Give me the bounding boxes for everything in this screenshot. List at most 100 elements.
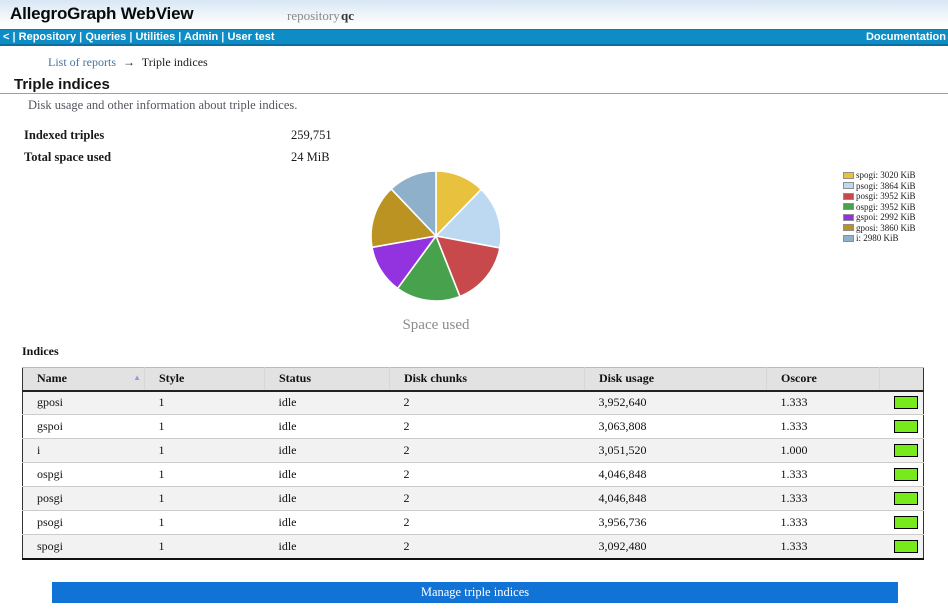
cell-style: 1 (145, 487, 265, 511)
stat-total-space: Total space used 24 MiB (0, 150, 600, 166)
table-row-gspoi: gspoi1idle23,063,8081.333 (23, 415, 924, 439)
repository-name[interactable]: qc (341, 8, 354, 24)
column-header-disk-usage[interactable]: Disk usage (585, 368, 767, 391)
cell-name: gspoi (23, 415, 145, 439)
stat-label: Indexed triples (24, 128, 104, 143)
score-bar (894, 492, 918, 505)
cell-disk_chunks: 2 (390, 415, 585, 439)
legend-item-i: i: 2980 KiB (843, 233, 916, 244)
legend-swatch (843, 203, 854, 210)
legend-label: gposi: 3860 KiB (856, 223, 916, 233)
stat-label: Total space used (24, 150, 111, 165)
legend-label: i: 2980 KiB (856, 233, 899, 243)
legend-item-ospgi: ospgi: 3952 KiB (843, 202, 916, 213)
column-header-bar (880, 368, 924, 391)
page-description: Disk usage and other information about t… (28, 98, 297, 113)
cell-style: 1 (145, 463, 265, 487)
breadcrumb-arrow-icon: → (119, 55, 139, 69)
pie-chart-wrap (369, 169, 503, 303)
cell-disk_usage: 3,051,520 (585, 439, 767, 463)
triple-indices-page: AllegroGraph WebView repository qc < | R… (0, 0, 948, 614)
nav-right: Documentation (866, 31, 946, 44)
cell-disk_chunks: 2 (390, 487, 585, 511)
nav-back-icon[interactable]: < (3, 31, 9, 43)
score-bar (894, 444, 918, 457)
nav-item-user-test[interactable]: User test (227, 31, 274, 43)
stat-value: 259,751 (291, 128, 332, 143)
cell-style: 1 (145, 439, 265, 463)
cell-disk_usage: 4,046,848 (585, 463, 767, 487)
chart-caption: Space used (366, 317, 506, 334)
cell-score-bar (880, 511, 924, 535)
score-bar (894, 516, 918, 529)
repository-label: repository (287, 8, 340, 24)
cell-disk_usage: 3,092,480 (585, 535, 767, 559)
legend-swatch (843, 182, 854, 189)
legend-item-gspoi: gspoi: 2992 KiB (843, 212, 916, 223)
sort-asc-icon: ▲ (133, 373, 141, 382)
cell-style: 1 (145, 511, 265, 535)
cell-name: i (23, 439, 145, 463)
nav-links: | Repository | Queries | Utilities | Adm… (13, 31, 275, 43)
table-row-posgi: posgi1idle24,046,8481.333 (23, 487, 924, 511)
cell-score-bar (880, 463, 924, 487)
cell-disk_chunks: 2 (390, 439, 585, 463)
legend-item-spogi: spogi: 3020 KiB (843, 170, 916, 181)
cell-style: 1 (145, 415, 265, 439)
app-header: AllegroGraph WebView repository qc (0, 0, 948, 29)
score-bar (894, 420, 918, 433)
legend-swatch (843, 235, 854, 242)
cell-score-bar (880, 391, 924, 415)
legend-swatch (843, 224, 854, 231)
cell-score-bar (880, 415, 924, 439)
table-row-spogi: spogi1idle23,092,4801.333 (23, 535, 924, 559)
table-row-gposi: gposi1idle23,952,6401.333 (23, 391, 924, 415)
table-row-psogi: psogi1idle23,956,7361.333 (23, 511, 924, 535)
legend-item-gposi: gposi: 3860 KiB (843, 223, 916, 234)
cell-status: idle (265, 535, 390, 559)
table-row-i: i1idle23,051,5201.000 (23, 439, 924, 463)
cell-status: idle (265, 391, 390, 415)
cell-name: gposi (23, 391, 145, 415)
title-divider (0, 93, 948, 94)
cell-name: psogi (23, 511, 145, 535)
cell-status: idle (265, 415, 390, 439)
manage-triple-indices-button[interactable]: Manage triple indices (52, 582, 898, 603)
column-header-name[interactable]: Name ▲ (23, 368, 145, 391)
column-header-oscore[interactable]: Oscore (767, 368, 880, 391)
main-nav: < | Repository | Queries | Utilities | A… (0, 29, 948, 46)
column-header-style[interactable]: Style (145, 368, 265, 391)
column-header-status[interactable]: Status (265, 368, 390, 391)
nav-item-admin[interactable]: Admin (184, 31, 218, 43)
score-bar (894, 540, 918, 553)
nav-separator: | (76, 31, 85, 43)
legend-item-psogi: psogi: 3864 KiB (843, 181, 916, 192)
cell-oscore: 1.333 (767, 487, 880, 511)
nav-item-documentation[interactable]: Documentation (866, 31, 946, 43)
legend-label: psogi: 3864 KiB (856, 181, 916, 191)
cell-disk_chunks: 2 (390, 535, 585, 559)
column-header-disk-chunks[interactable]: Disk chunks (390, 368, 585, 391)
nav-item-utilities[interactable]: Utilities (135, 31, 175, 43)
cell-status: idle (265, 511, 390, 535)
nav-item-repository[interactable]: Repository (19, 31, 76, 43)
cell-oscore: 1.333 (767, 463, 880, 487)
legend-label: spogi: 3020 KiB (856, 170, 916, 180)
pie-chart (369, 169, 503, 303)
cell-disk_chunks: 2 (390, 391, 585, 415)
breadcrumb-link-list-of-reports[interactable]: List of reports (48, 55, 116, 69)
cell-oscore: 1.333 (767, 535, 880, 559)
legend-swatch (843, 172, 854, 179)
cell-disk_usage: 3,952,640 (585, 391, 767, 415)
legend-label: gspoi: 2992 KiB (856, 212, 916, 222)
table-row-ospgi: ospgi1idle24,046,8481.333 (23, 463, 924, 487)
cell-disk_usage: 3,956,736 (585, 511, 767, 535)
nav-item-queries[interactable]: Queries (85, 31, 126, 43)
cell-name: posgi (23, 487, 145, 511)
cell-score-bar (880, 535, 924, 559)
chart-legend: spogi: 3020 KiBpsogi: 3864 KiBposgi: 395… (843, 170, 916, 244)
cell-style: 1 (145, 391, 265, 415)
stat-indexed-triples: Indexed triples 259,751 (0, 128, 600, 144)
cell-score-bar (880, 487, 924, 511)
cell-status: idle (265, 487, 390, 511)
